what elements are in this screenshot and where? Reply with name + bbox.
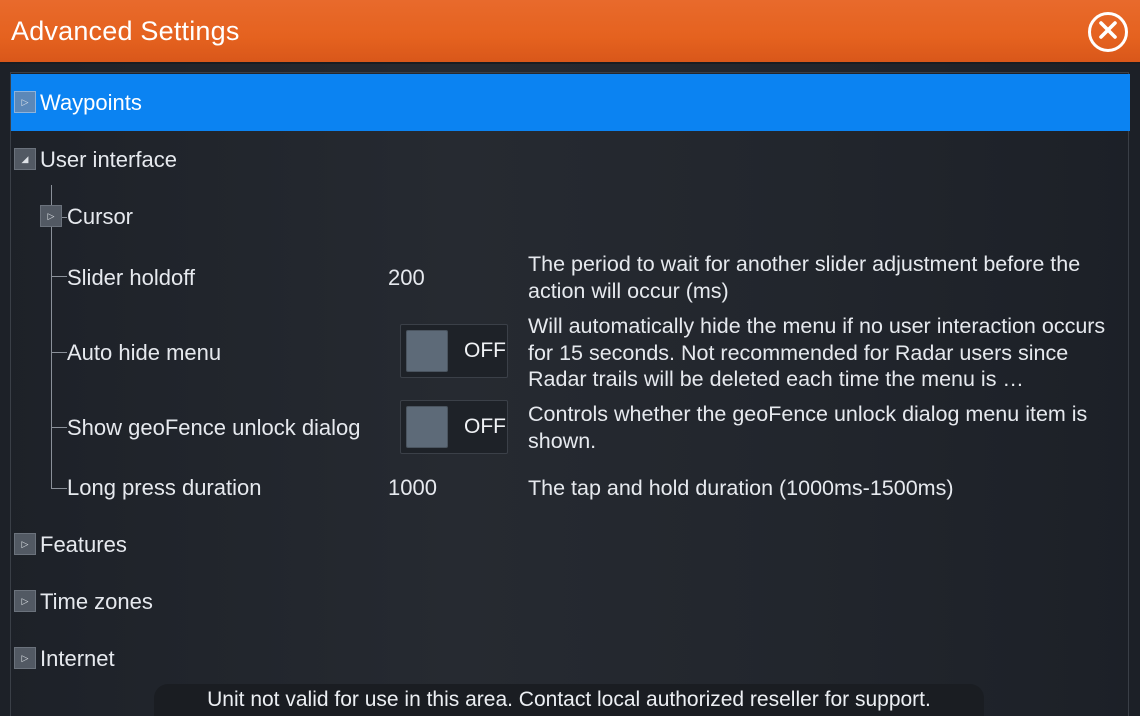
advanced-settings-dialog: Advanced Settings ▷ Waypoints ◢ User int… xyxy=(0,0,1140,716)
expand-arrow-icon[interactable]: ▷ xyxy=(14,533,36,555)
setting-long-press-duration[interactable]: Long press duration 1000 The tap and hol… xyxy=(11,463,1130,515)
collapse-arrow-icon[interactable]: ◢ xyxy=(14,148,36,170)
tree-item-time-zones[interactable]: ▷ Time zones xyxy=(11,573,1130,630)
tree-item-label: Time zones xyxy=(40,589,153,614)
toggle-knob xyxy=(406,406,448,448)
close-button[interactable] xyxy=(1088,12,1128,52)
expand-arrow-icon[interactable]: ▷ xyxy=(14,590,36,612)
setting-label: Show geoFence unlock dialog xyxy=(67,415,361,440)
tree-item-label: Waypoints xyxy=(40,90,142,115)
tree-item-internet[interactable]: ▷ Internet xyxy=(11,630,1130,687)
setting-label: Auto hide menu xyxy=(67,340,222,365)
setting-show-geofence-unlock-dialog[interactable]: Show geoFence unlock dialog OFF Controls… xyxy=(11,398,1130,460)
setting-slider-holdoff[interactable]: Slider holdoff 200 The period to wait fo… xyxy=(11,251,1130,303)
status-message: Unit not valid for use in this area. Con… xyxy=(207,688,931,711)
toggle-state: OFF xyxy=(464,415,506,438)
expand-arrow-icon[interactable]: ▷ xyxy=(14,647,36,669)
setting-description: Controls whether the geoFence unlock dia… xyxy=(528,402,1088,453)
tree-item-cursor[interactable]: ▷ Cursor xyxy=(11,188,1130,245)
expand-arrow-icon[interactable]: ▷ xyxy=(40,205,62,227)
tree-item-label: User interface xyxy=(40,147,177,172)
setting-description: Will automatically hide the menu if no u… xyxy=(528,314,1106,391)
auto-hide-menu-toggle[interactable]: OFF xyxy=(400,324,508,378)
setting-value[interactable]: 1000 xyxy=(388,475,437,501)
expand-arrow-icon[interactable]: ▷ xyxy=(14,91,36,113)
setting-label: Long press duration xyxy=(67,475,262,500)
dialog-title: Advanced Settings xyxy=(11,16,240,46)
tree-item-waypoints[interactable]: ▷ Waypoints xyxy=(11,74,1130,131)
tree-item-label: Features xyxy=(40,532,127,557)
tree-item-user-interface[interactable]: ◢ User interface xyxy=(11,131,1130,188)
setting-label: Slider holdoff xyxy=(67,265,196,290)
close-icon xyxy=(1098,20,1118,45)
settings-tree-panel: ▷ Waypoints ◢ User interface ▷ Cursor Sl… xyxy=(10,72,1130,716)
setting-auto-hide-menu[interactable]: Auto hide menu OFF Will automatically hi… xyxy=(11,313,1130,395)
tree-item-label: Internet xyxy=(40,646,115,671)
setting-value[interactable]: 200 xyxy=(388,265,425,291)
setting-description: The period to wait for another slider ad… xyxy=(528,252,1081,303)
tree-item-features[interactable]: ▷ Features xyxy=(11,516,1130,573)
geofence-unlock-toggle[interactable]: OFF xyxy=(400,400,508,454)
setting-description: The tap and hold duration (1000ms-1500ms… xyxy=(528,476,954,500)
toggle-knob xyxy=(406,330,448,372)
status-message-bar: Unit not valid for use in this area. Con… xyxy=(154,684,984,716)
title-bar: Advanced Settings xyxy=(0,0,1140,64)
tree-item-label: Cursor xyxy=(67,204,134,229)
toggle-state: OFF xyxy=(464,339,506,362)
